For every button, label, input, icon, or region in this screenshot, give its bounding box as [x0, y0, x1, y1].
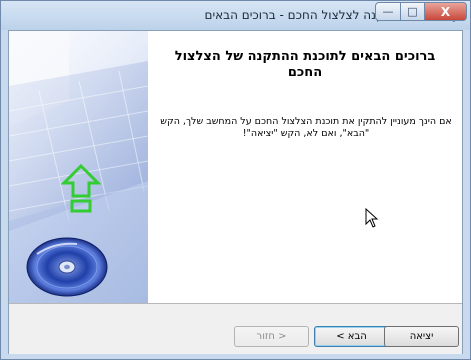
exit-button[interactable]: יציאה	[384, 326, 459, 347]
close-button[interactable]: X	[425, 2, 467, 21]
welcome-description: אם הינך מעוניין להתקין את תוכנת הצלצול ה…	[160, 116, 452, 139]
wizard-sidebar	[9, 31, 148, 303]
welcome-heading: ברוכים הבאים לתוכנת ההתקנה של הצלצול החכ…	[174, 49, 436, 80]
minimize-button[interactable]: —	[375, 2, 401, 21]
maximize-button[interactable]: □	[401, 2, 425, 21]
mouse-pointer-icon	[365, 208, 379, 228]
installer-window: תוכנת ההתקנה לצלצול החכם - ברוכים הבאים …	[0, 0, 471, 360]
cd-disc-icon	[26, 237, 108, 297]
back-button[interactable]: < חזור	[234, 326, 309, 347]
window-controls: — □ X	[375, 2, 467, 22]
wizard-content: ברוכים הבאים לתוכנת ההתקנה של הצלצול החכ…	[148, 31, 462, 303]
next-button[interactable]: הבא >	[314, 326, 389, 347]
up-arrow-icon	[61, 163, 101, 213]
wizard-body: ברוכים הבאים לתוכנת ההתקנה של הצלצול החכ…	[8, 30, 463, 354]
button-bar: < חזור הבא > יציאה	[9, 303, 462, 354]
title-bar[interactable]: תוכנת ההתקנה לצלצול החכם - ברוכים הבאים …	[1, 1, 470, 30]
